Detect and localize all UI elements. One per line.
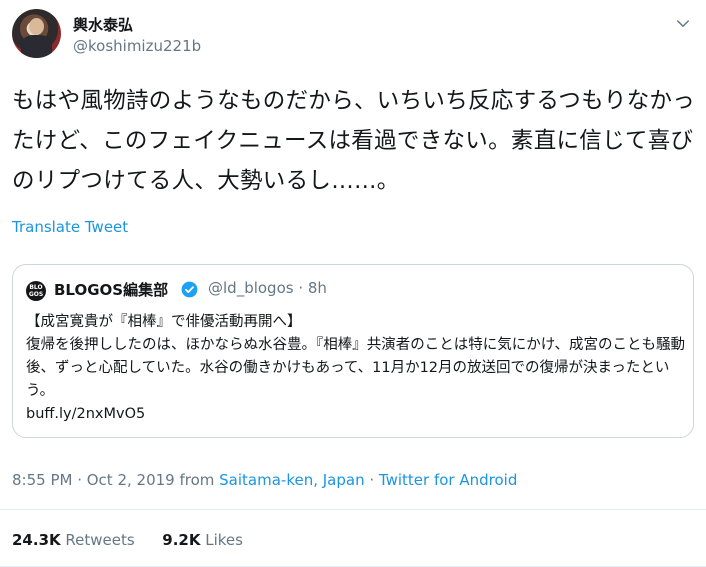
author-avatar[interactable]: [12, 9, 61, 58]
meta-separator: ·: [364, 471, 379, 489]
quoted-author-name: BLOGOS編集部: [54, 281, 169, 299]
translate-tweet-link[interactable]: Translate Tweet: [12, 218, 128, 236]
tweet-header: 輿水泰弘 @koshimizu221b: [12, 9, 694, 61]
likes-label: Likes: [200, 531, 243, 549]
tweet-text: もはや風物詩のようなものだから、いちいち反応するつもりなかったけど、このフェイク…: [12, 88, 696, 194]
tweet-timestamp[interactable]: 8:55 PM · Oct 2, 2019 from: [12, 471, 219, 489]
blogos-logo-icon: BLO GOS: [26, 281, 46, 301]
retweets-label: Retweets: [60, 531, 135, 549]
divider: [0, 509, 706, 510]
tweet-location-link[interactable]: Saitama-ken, Japan: [219, 471, 364, 489]
verified-badge-icon: [181, 281, 198, 298]
avatar-face: [29, 18, 44, 35]
quoted-tweet-text: 【成宮寛貴が『相棒』で俳優活動再開へ】 復帰を後押ししたのは、ほかならぬ水谷豊。…: [26, 314, 686, 422]
avatar-body: [21, 35, 52, 58]
author-handle[interactable]: @koshimizu221b: [73, 37, 201, 55]
retweets-stat[interactable]: 24.3K Retweets: [12, 531, 135, 549]
tweet-meta: 8:55 PM · Oct 2, 2019 from Saitama-ken, …: [12, 471, 517, 489]
retweets-count: 24.3K: [12, 531, 61, 549]
quoted-author-handle-time: @ld_blogos · 8h: [208, 279, 327, 297]
chevron-down-icon[interactable]: [674, 15, 692, 33]
likes-count: 9.2K: [162, 531, 201, 549]
author-display-name[interactable]: 輿水泰弘: [73, 14, 133, 35]
quoted-tweet-card[interactable]: BLO GOS BLOGOS編集部 @ld_blogos · 8h 【成宮寛貴が…: [12, 264, 694, 438]
likes-stat[interactable]: 9.2K Likes: [162, 531, 243, 549]
tweet-stats: 24.3K Retweets 9.2K Likes: [12, 531, 243, 549]
tweet-source-link[interactable]: Twitter for Android: [379, 471, 517, 489]
